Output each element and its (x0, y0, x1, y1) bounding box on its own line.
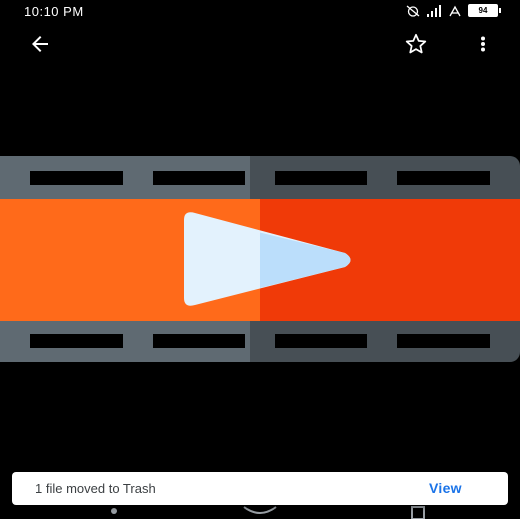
favorite-button[interactable] (398, 26, 434, 62)
signal-icon (427, 4, 441, 17)
more-vert-icon (481, 36, 485, 52)
video-file-icon (0, 156, 520, 362)
snackbar-view-button[interactable]: View (429, 480, 462, 496)
arrow-back-icon (32, 36, 48, 52)
app-bar (0, 26, 520, 62)
data-icon (449, 5, 461, 16)
sprocket-hole (275, 334, 367, 348)
battery-level: 94 (478, 6, 488, 15)
back-button[interactable] (22, 26, 58, 62)
sprocket-hole (153, 171, 245, 185)
sprocket-hole (30, 171, 123, 185)
snackbar: 1 file moved to Trash View (12, 472, 508, 505)
share-icon[interactable] (100, 505, 124, 519)
sprocket-hole (153, 334, 245, 348)
delete-icon[interactable] (408, 505, 428, 519)
sprocket-hole (397, 334, 490, 348)
snackbar-message: 1 file moved to Trash (35, 481, 156, 496)
edit-icon[interactable] (240, 505, 280, 519)
sprocket-hole (275, 171, 367, 185)
status-time: 10:10 PM (24, 4, 84, 19)
battery-icon: 94 (468, 4, 501, 17)
sprocket-hole (30, 334, 123, 348)
star-outline-icon (405, 33, 427, 54)
alarm-off-icon (406, 5, 420, 17)
status-bar: 10:10 PM 94 (0, 0, 520, 24)
more-options-button[interactable] (465, 26, 501, 62)
status-icons: 94 (406, 4, 501, 17)
sprocket-hole (397, 171, 490, 185)
media-preview[interactable] (0, 156, 520, 362)
